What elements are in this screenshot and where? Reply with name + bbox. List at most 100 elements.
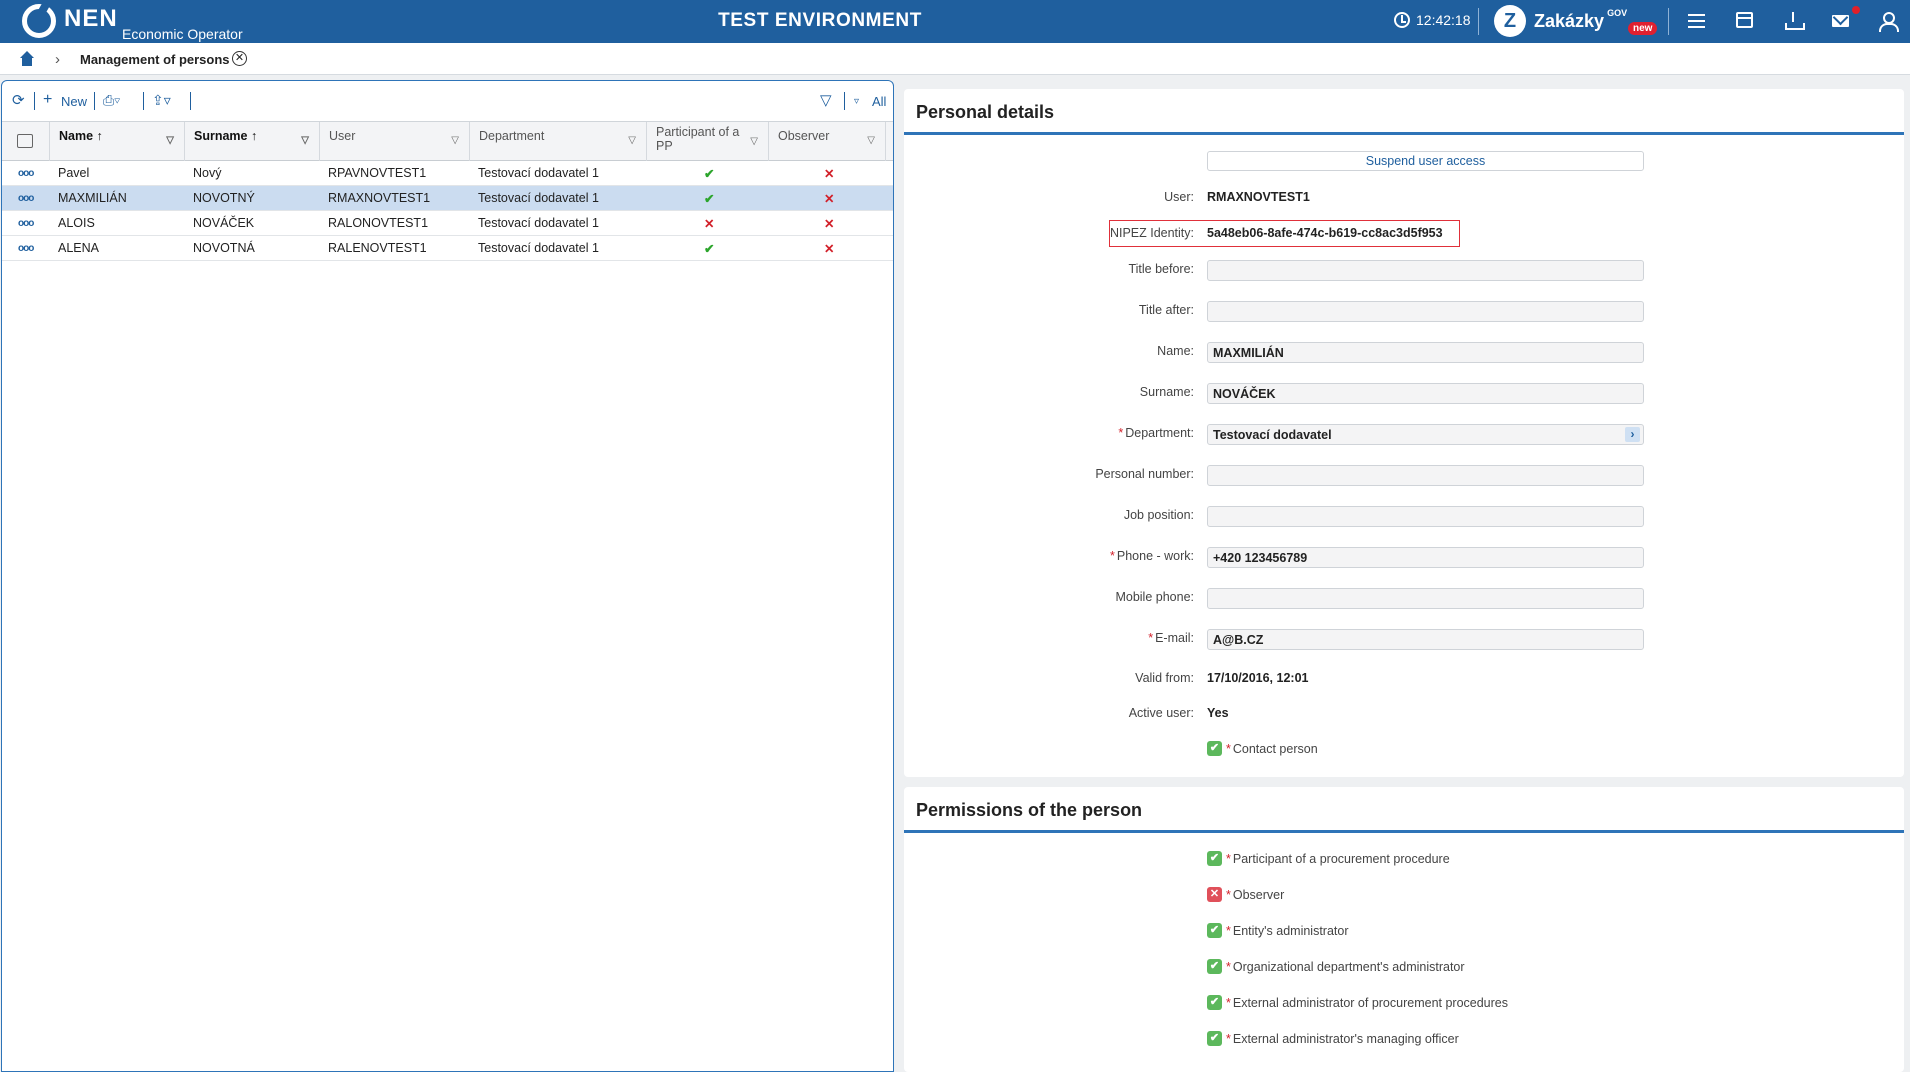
personal-number-field[interactable] — [1207, 465, 1644, 486]
mobile-phone-field[interactable] — [1207, 588, 1644, 609]
name-field[interactable]: MAXMILIÁN — [1207, 342, 1644, 363]
personal-number-label: Personal number: — [1095, 467, 1194, 481]
active-user-value: Yes — [1207, 706, 1229, 720]
nen-logo-icon — [22, 4, 56, 38]
participant-check-icon: ✔ — [704, 167, 715, 181]
title-after-label: Title after: — [1138, 303, 1194, 317]
chevron-right-icon: › — [55, 51, 60, 68]
clock-time: 12:42:18 — [1416, 12, 1471, 28]
breadcrumb-current: Management of persons — [80, 52, 230, 67]
calendar-icon[interactable] — [1736, 12, 1753, 28]
col-filter-icon: ▽ — [628, 135, 636, 146]
column-settings-icon[interactable] — [2, 122, 50, 161]
col-filter-icon: ▽ — [750, 136, 758, 147]
filter-all-link[interactable]: All — [872, 94, 886, 109]
department-field[interactable]: Testovací dodavatel › — [1207, 424, 1644, 445]
mail-icon[interactable] — [1832, 15, 1849, 27]
col-filter-icon: ▽ — [166, 135, 174, 146]
logo-name: NEN — [64, 5, 118, 32]
col-filter-icon: ▽ — [451, 135, 459, 146]
permission-external-admin-checkbox[interactable]: ✔ * External administrator of procuremen… — [1207, 995, 1508, 1010]
chevron-right-icon[interactable]: › — [1625, 427, 1640, 442]
table-header: Name ↑ ▽ Surname ↑ ▽ User ▽ Department ▽ Par… — [2, 121, 893, 161]
surname-field[interactable]: NOVÁČEK — [1207, 383, 1644, 404]
refresh-icon[interactable]: ⟳ — [12, 91, 25, 109]
email-field[interactable]: A@B.CZ — [1207, 629, 1644, 650]
permission-participant-checkbox[interactable]: ✔ * Participant of a procurement procedu… — [1207, 851, 1450, 866]
job-position-label: Job position: — [1123, 508, 1194, 522]
table-row[interactable]: ooo MAXMILIÁN NOVOTNÝ RMAXNOVTEST1 Testo… — [2, 186, 893, 211]
user-label: User: — [1164, 190, 1194, 204]
title-before-field[interactable] — [1207, 260, 1644, 281]
observer-cross-icon: ✕ — [824, 217, 835, 231]
export-icon[interactable]: ⇪▿ — [152, 92, 171, 109]
table-row[interactable]: ooo ALOIS NOVÁČEK RALONOVTEST1 Testovací… — [2, 211, 893, 236]
checkbox-checked-icon: ✔ — [1207, 1031, 1222, 1046]
clock-icon — [1394, 12, 1410, 28]
menu-icon[interactable] — [1688, 14, 1708, 32]
col-filter-icon: ▽ — [867, 135, 875, 146]
personal-details-title: Personal details — [916, 102, 1055, 122]
col-header-observer[interactable]: Observer ▽ — [769, 122, 886, 161]
list-toolbar: ⟳ + New ⎙▿ ⇪▿ ▽ ▿ All — [2, 81, 893, 121]
print-icon[interactable]: ⎙▿ — [103, 92, 120, 109]
row-actions-icon[interactable]: ooo — [18, 243, 34, 254]
plus-icon[interactable]: + — [43, 91, 52, 109]
col-filter-icon: ▽ — [301, 135, 309, 146]
table-row[interactable]: ooo ALENA NOVOTNÁ RALENOVTEST1 Testovací… — [2, 236, 893, 261]
user-value: RMAXNOVTEST1 — [1207, 190, 1310, 204]
observer-cross-icon: ✕ — [824, 167, 835, 181]
zakazky-gov: GOV — [1607, 8, 1628, 18]
checkbox-checked-icon: ✔ — [1207, 995, 1222, 1010]
title-underline — [904, 132, 1904, 135]
zakazky-logo-icon: Z — [1494, 5, 1526, 37]
participant-cross-icon: ✕ — [704, 217, 715, 231]
valid-from-value: 17/10/2016, 12:01 — [1207, 671, 1309, 685]
participant-check-icon: ✔ — [704, 242, 715, 256]
close-tab-icon[interactable]: ✕ — [232, 51, 247, 66]
email-label: * E-mail: — [1148, 631, 1194, 645]
permission-entity-admin-checkbox[interactable]: ✔ * Entity's administrator — [1207, 923, 1349, 938]
permission-managing-officer-checkbox[interactable]: ✔ * External administrator's managing of… — [1207, 1031, 1459, 1046]
valid-from-label: Valid from: — [1135, 671, 1194, 685]
zakazky-gov-link[interactable]: Z Zakázky GOV new — [1494, 5, 1658, 37]
download-icon[interactable] — [1784, 12, 1805, 30]
home-icon[interactable] — [18, 51, 36, 67]
checkbox-checked-icon: ✔ — [1207, 851, 1222, 866]
observer-cross-icon: ✕ — [824, 242, 835, 256]
filter-icon[interactable]: ▽ — [820, 91, 832, 109]
active-user-label: Active user: — [1128, 706, 1194, 720]
notification-dot — [1852, 6, 1860, 14]
row-actions-icon[interactable]: ooo — [18, 193, 34, 204]
participant-check-icon: ✔ — [704, 192, 715, 206]
col-header-surname[interactable]: Surname ↑ ▽ — [185, 122, 320, 161]
row-actions-icon[interactable]: ooo — [18, 218, 34, 229]
col-header-department[interactable]: Department ▽ — [470, 122, 647, 161]
col-header-participant[interactable]: Participant of a PP ▽ — [647, 122, 769, 161]
checkbox-checked-icon: ✔ — [1207, 923, 1222, 938]
suspend-user-access-button[interactable]: Suspend user access — [1207, 151, 1644, 171]
permission-observer-checkbox[interactable]: ✕ * Observer — [1207, 887, 1284, 902]
checkbox-unchecked-icon: ✕ — [1207, 887, 1222, 902]
title-underline — [904, 830, 1904, 833]
nen-logo[interactable]: NEN Economic Operator — [22, 4, 243, 42]
contact-person-checkbox[interactable]: ✔ * Contact person — [1207, 741, 1318, 756]
col-header-user[interactable]: User ▽ — [320, 122, 470, 161]
session-clock: 12:42:18 — [1394, 12, 1471, 28]
logo-subtitle: Economic Operator — [122, 26, 243, 42]
top-bar: NEN Economic Operator TEST ENVIRONMENT 1… — [0, 0, 1910, 43]
user-profile-icon[interactable] — [1878, 12, 1899, 32]
title-after-field[interactable] — [1207, 301, 1644, 322]
new-button[interactable]: New — [61, 94, 87, 109]
table-row[interactable]: ooo Pavel Nový RPAVNOVTEST1 Testovací do… — [2, 161, 893, 186]
permission-org-dept-admin-checkbox[interactable]: ✔ * Organizational department's administ… — [1207, 959, 1465, 974]
phone-work-label: * Phone - work: — [1110, 549, 1194, 563]
permissions-card: Permissions of the person ✔ * Participan… — [904, 787, 1904, 1072]
breadcrumb: › Management of persons ✕ — [0, 43, 1910, 75]
job-position-field[interactable] — [1207, 506, 1644, 527]
permissions-title: Permissions of the person — [916, 800, 1143, 820]
filter-dropdown-icon[interactable]: ▿ — [854, 96, 859, 107]
phone-work-field[interactable]: +420 123456789 — [1207, 547, 1644, 568]
row-actions-icon[interactable]: ooo — [18, 168, 34, 179]
col-header-name[interactable]: Name ↑ ▽ — [50, 122, 185, 161]
